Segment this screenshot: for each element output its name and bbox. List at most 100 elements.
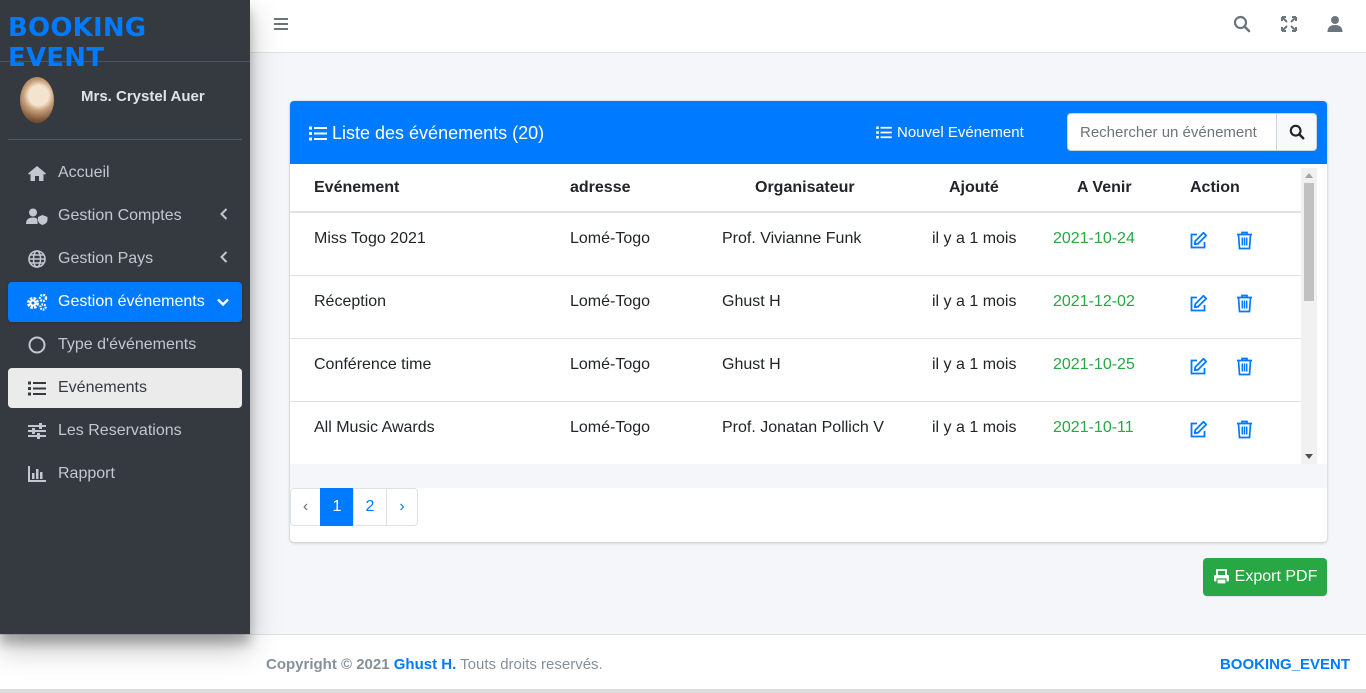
rights-text: Touts droits reservés. xyxy=(460,656,603,673)
footer-copyright: Copyright © 2021 Ghust H. Touts droits r… xyxy=(266,656,603,673)
cell-organizer: Ghust H xyxy=(690,275,905,339)
sidebar-item-gestion-comptes[interactable]: Gestion Comptes xyxy=(8,196,242,236)
cell-address: Lomé-Togo xyxy=(546,401,690,464)
table-row: Miss Togo 2021 Lomé-Togo Prof. Vivianne … xyxy=(290,212,1310,276)
column-header-a-venir[interactable]: A Venir xyxy=(1030,164,1158,213)
table-footer-gap xyxy=(290,464,1327,488)
card-title-text: Liste des événements (20) xyxy=(332,123,545,143)
sidebar-item-gestion-evenements[interactable]: Gestion événements xyxy=(8,282,242,322)
new-event-label: Nouvel Evénement xyxy=(897,124,1024,141)
edit-icon[interactable] xyxy=(1189,294,1208,313)
event-search-group xyxy=(1067,113,1317,151)
sidebar-item-gestion-pays[interactable]: Gestion Pays xyxy=(8,239,242,279)
footer-brand: BOOKING_EVENT xyxy=(1219,656,1350,673)
brand-link[interactable]: BOOKING EVENT xyxy=(0,0,250,73)
sidebar-item-label: Type d'événements xyxy=(58,336,197,353)
sidebar-item-label: Gestion Comptes xyxy=(58,207,182,224)
sidebar-item-label: Evénements xyxy=(58,379,147,396)
footer: Copyright © 2021 Ghust H. Touts droits r… xyxy=(0,634,1366,693)
sidebar-item-label: Rapport xyxy=(58,465,115,482)
new-event-button[interactable]: Nouvel Evénement xyxy=(876,124,1024,141)
avatar xyxy=(20,77,54,123)
column-header-ajoute[interactable]: Ajouté xyxy=(905,164,1030,213)
cell-actions xyxy=(1158,338,1310,402)
sidebar-item-type-evenements[interactable]: Type d'événements xyxy=(8,325,242,365)
list-icon xyxy=(876,126,892,139)
edit-icon[interactable] xyxy=(1189,231,1208,250)
cell-organizer: Prof. Vivianne Funk xyxy=(690,212,905,276)
column-header-action: Action xyxy=(1158,164,1310,213)
cell-date: 2021-10-24 xyxy=(1030,212,1158,276)
events-card: Liste des événements (20) Nouvel Evéneme… xyxy=(290,101,1327,542)
cell-address: Lomé-Togo xyxy=(546,212,690,276)
export-pdf-button[interactable]: Export PDF xyxy=(1203,558,1327,596)
column-header-adresse[interactable]: adresse xyxy=(546,164,690,213)
export-pdf-label: Export PDF xyxy=(1234,568,1318,585)
copyright-text: Copyright © 2021 xyxy=(266,656,390,673)
edit-icon[interactable] xyxy=(1189,420,1208,439)
cell-date: 2021-12-02 xyxy=(1030,275,1158,339)
sidebar-item-label: Gestion événements xyxy=(58,293,205,310)
table-scrollbar[interactable] xyxy=(1301,168,1317,464)
cell-actions xyxy=(1158,212,1310,276)
pagination-next[interactable]: › xyxy=(386,488,418,526)
cell-actions xyxy=(1158,401,1310,464)
author-link[interactable]: Ghust H. xyxy=(394,656,457,673)
cell-added: il y a 1 mois xyxy=(905,401,1030,464)
pagination-page-2[interactable]: 2 xyxy=(353,488,387,526)
table-row: Conférence time Lomé-Togo Ghust H il y a… xyxy=(290,338,1310,402)
list-icon xyxy=(309,126,327,141)
cell-organizer: Ghust H xyxy=(690,338,905,402)
user-name: Mrs. Crystel Auer xyxy=(81,88,205,105)
top-navbar xyxy=(250,0,1366,53)
hamburger-menu-icon[interactable] xyxy=(274,17,290,31)
fullscreen-icon[interactable] xyxy=(1280,15,1298,33)
scroll-down-arrow-icon[interactable] xyxy=(1305,454,1313,459)
trash-icon[interactable] xyxy=(1236,357,1255,376)
chevron-left-icon xyxy=(220,251,228,263)
user-shield-icon xyxy=(26,208,48,225)
column-header-evenement[interactable]: Evénement xyxy=(290,164,546,213)
event-search-input[interactable] xyxy=(1068,114,1276,150)
trash-icon[interactable] xyxy=(1236,420,1255,439)
sliders-icon xyxy=(26,423,48,439)
user-panel[interactable]: Mrs. Crystel Auer xyxy=(8,62,242,140)
cell-added: il y a 1 mois xyxy=(905,275,1030,339)
pagination-prev[interactable]: ‹ xyxy=(290,488,321,526)
trash-icon[interactable] xyxy=(1236,231,1255,250)
cell-added: il y a 1 mois xyxy=(905,212,1030,276)
sidebar-item-rapport[interactable]: Rapport xyxy=(8,454,242,494)
trash-icon[interactable] xyxy=(1236,294,1255,313)
cell-date: 2021-10-11 xyxy=(1030,401,1158,464)
cell-actions xyxy=(1158,275,1310,339)
cell-event-name: All Music Awards xyxy=(290,401,546,464)
sidebar-item-evenements[interactable]: Evénements xyxy=(8,368,242,408)
window-bottom-edge xyxy=(0,689,1366,693)
pagination-page-1[interactable]: 1 xyxy=(320,488,354,526)
gears-icon xyxy=(26,293,48,311)
cell-address: Lomé-Togo xyxy=(546,275,690,339)
bar-chart-icon xyxy=(26,466,48,482)
cell-event-name: Réception xyxy=(290,275,546,339)
events-table-scroll[interactable]: Evénement adresse Organisateur Ajouté A … xyxy=(290,164,1327,464)
table-header-row: Evénement adresse Organisateur Ajouté A … xyxy=(290,164,1310,213)
table-row: Réception Lomé-Togo Ghust H il y a 1 moi… xyxy=(290,275,1310,339)
sidebar-item-reservations[interactable]: Les Reservations xyxy=(8,411,242,451)
sidebar-item-accueil[interactable]: Accueil xyxy=(8,153,242,193)
events-table: Evénement adresse Organisateur Ajouté A … xyxy=(290,164,1310,464)
event-search-button[interactable] xyxy=(1276,114,1316,150)
scroll-up-arrow-icon[interactable] xyxy=(1305,173,1313,178)
cell-added: il y a 1 mois xyxy=(905,338,1030,402)
search-icon[interactable] xyxy=(1233,15,1251,33)
card-title: Liste des événements (20) xyxy=(309,123,544,144)
circle-icon xyxy=(26,336,48,354)
sidebar-item-label: Les Reservations xyxy=(58,422,182,439)
globe-icon xyxy=(26,250,48,268)
sidebar-nav: Accueil Gestion Comptes Gestion Pays Ges… xyxy=(0,140,250,494)
column-header-organisateur[interactable]: Organisateur xyxy=(690,164,905,213)
edit-icon[interactable] xyxy=(1189,357,1208,376)
scrollbar-thumb[interactable] xyxy=(1304,183,1314,301)
user-icon[interactable] xyxy=(1326,15,1344,33)
chevron-left-icon xyxy=(220,208,228,220)
cell-date: 2021-10-25 xyxy=(1030,338,1158,402)
